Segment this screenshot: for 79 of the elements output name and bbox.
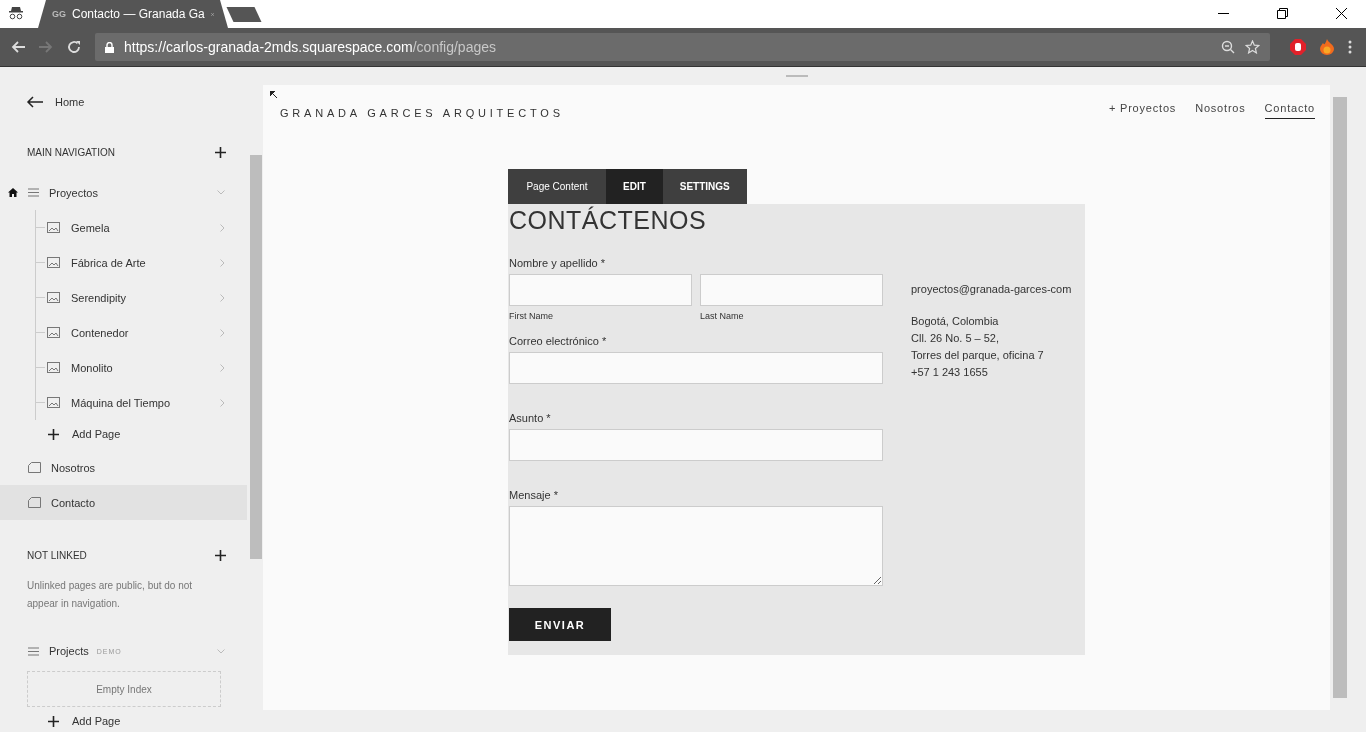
input-field[interactable] <box>509 429 883 461</box>
expand-arrow-icon[interactable] <box>270 91 277 98</box>
message-field[interactable] <box>509 506 883 586</box>
back-arrow-icon[interactable] <box>26 96 43 108</box>
nav-page-item[interactable]: Monolito <box>36 350 247 385</box>
add-icon[interactable] <box>48 428 59 440</box>
page-heading: CONTÁCTENOS <box>509 206 708 235</box>
contact-email: proyectos@granada-garces-com <box>911 283 1072 295</box>
field-label: Correo electrónico * <box>509 335 608 347</box>
add-icon[interactable] <box>215 147 226 158</box>
site-nav-link[interactable]: Contacto <box>1264 102 1315 119</box>
chevron-right-icon[interactable] <box>220 293 225 302</box>
add-icon[interactable] <box>48 715 59 727</box>
add-icon[interactable] <box>215 550 226 561</box>
submit-button[interactable]: ENVIAR <box>509 608 611 641</box>
editor-tab[interactable]: SETTINGS <box>662 169 747 204</box>
image-icon <box>47 292 60 303</box>
home-link[interactable]: Home <box>55 96 85 108</box>
nav-page-item[interactable]: Máquina del Tiempo <box>36 385 247 420</box>
site-nav-link[interactable]: + Proyectos <box>1108 102 1177 119</box>
nav-page-item[interactable]: Contacto <box>0 485 247 520</box>
input-field[interactable] <box>509 274 692 306</box>
favicon: GG <box>52 9 66 19</box>
address-bar[interactable]: https://carlos-granada-2mds.squarespace.com/config/pages <box>95 33 1270 61</box>
field-label: Asunto * <box>509 412 552 424</box>
add-page-link[interactable]: Add Page <box>72 715 121 727</box>
chevron-down-icon[interactable] <box>217 190 225 195</box>
new-tab-button[interactable] <box>226 7 262 22</box>
star-icon[interactable] <box>1245 40 1260 54</box>
browser-tab[interactable]: GG Contacto — Granada Ga <box>38 0 228 28</box>
image-icon <box>47 327 60 338</box>
section-title: MAIN NAVIGATION <box>27 147 115 158</box>
nav-page-item[interactable]: Proyectos <box>0 175 247 210</box>
reload-icon[interactable] <box>67 40 81 54</box>
page-icon <box>28 462 41 473</box>
lock-icon <box>105 41 114 53</box>
chevron-right-icon[interactable] <box>220 258 225 267</box>
address-line: Torres del parque, oficina 7 <box>911 348 1045 363</box>
input-field[interactable] <box>509 352 883 384</box>
section-description: Unlinked pages are public, but do not appear in navigation. <box>27 579 194 611</box>
url-text: https://carlos-granada-2mds.squarespace.com/config/pages <box>124 39 496 55</box>
empty-index-area[interactable]: Empty Index <box>27 671 221 707</box>
field-sublabel: Last Name <box>700 311 745 321</box>
section-title: NOT LINKED <box>27 550 87 561</box>
add-page-link[interactable]: Add Page <box>72 428 121 440</box>
menu-icon[interactable] <box>1348 40 1352 54</box>
nav-page-item[interactable]: Contenedor <box>36 315 247 350</box>
image-icon <box>47 257 60 268</box>
chevron-right-icon[interactable] <box>220 328 225 337</box>
tab-title: Contacto — Granada Ga <box>72 7 205 21</box>
input-field[interactable] <box>700 274 883 306</box>
nav-page-item[interactable]: Fábrica de Arte <box>36 245 247 280</box>
image-icon <box>47 362 60 373</box>
chevron-down-icon[interactable] <box>217 648 225 654</box>
address-line: Cll. 26 No. 5 – 52, <box>911 331 1001 346</box>
flame-icon[interactable] <box>1320 39 1334 55</box>
forward-arrow-icon[interactable] <box>39 41 53 53</box>
chevron-right-icon[interactable] <box>220 223 225 232</box>
editor-tab[interactable]: EDIT <box>606 169 663 204</box>
chevron-right-icon[interactable] <box>220 398 225 407</box>
site-logo[interactable]: GRANADA GARCES ARQUITECTOS <box>280 107 564 119</box>
address-line: +57 1 243 1655 <box>911 365 989 380</box>
list-icon <box>28 646 39 656</box>
editor-tab[interactable]: Page Content <box>508 169 606 204</box>
address-line: Bogotá, Colombia <box>911 314 1000 329</box>
incognito-icon <box>8 6 24 20</box>
field-label: Nombre y apellido * <box>509 257 606 269</box>
page-icon <box>28 497 41 508</box>
field-sublabel: First Name <box>509 311 554 321</box>
nav-page-item[interactable]: Serendipity <box>36 280 247 315</box>
list-icon <box>28 188 39 197</box>
zoom-out-icon[interactable] <box>1221 40 1235 54</box>
image-icon <box>47 222 60 233</box>
site-nav-link[interactable]: Nosotros <box>1195 102 1246 119</box>
field-label: Mensaje * <box>509 489 559 501</box>
nav-page-item[interactable]: Gemela <box>36 210 247 245</box>
nav-page-item[interactable]: Nosotros <box>0 450 247 485</box>
chevron-right-icon[interactable] <box>220 363 225 372</box>
image-icon <box>47 397 60 408</box>
